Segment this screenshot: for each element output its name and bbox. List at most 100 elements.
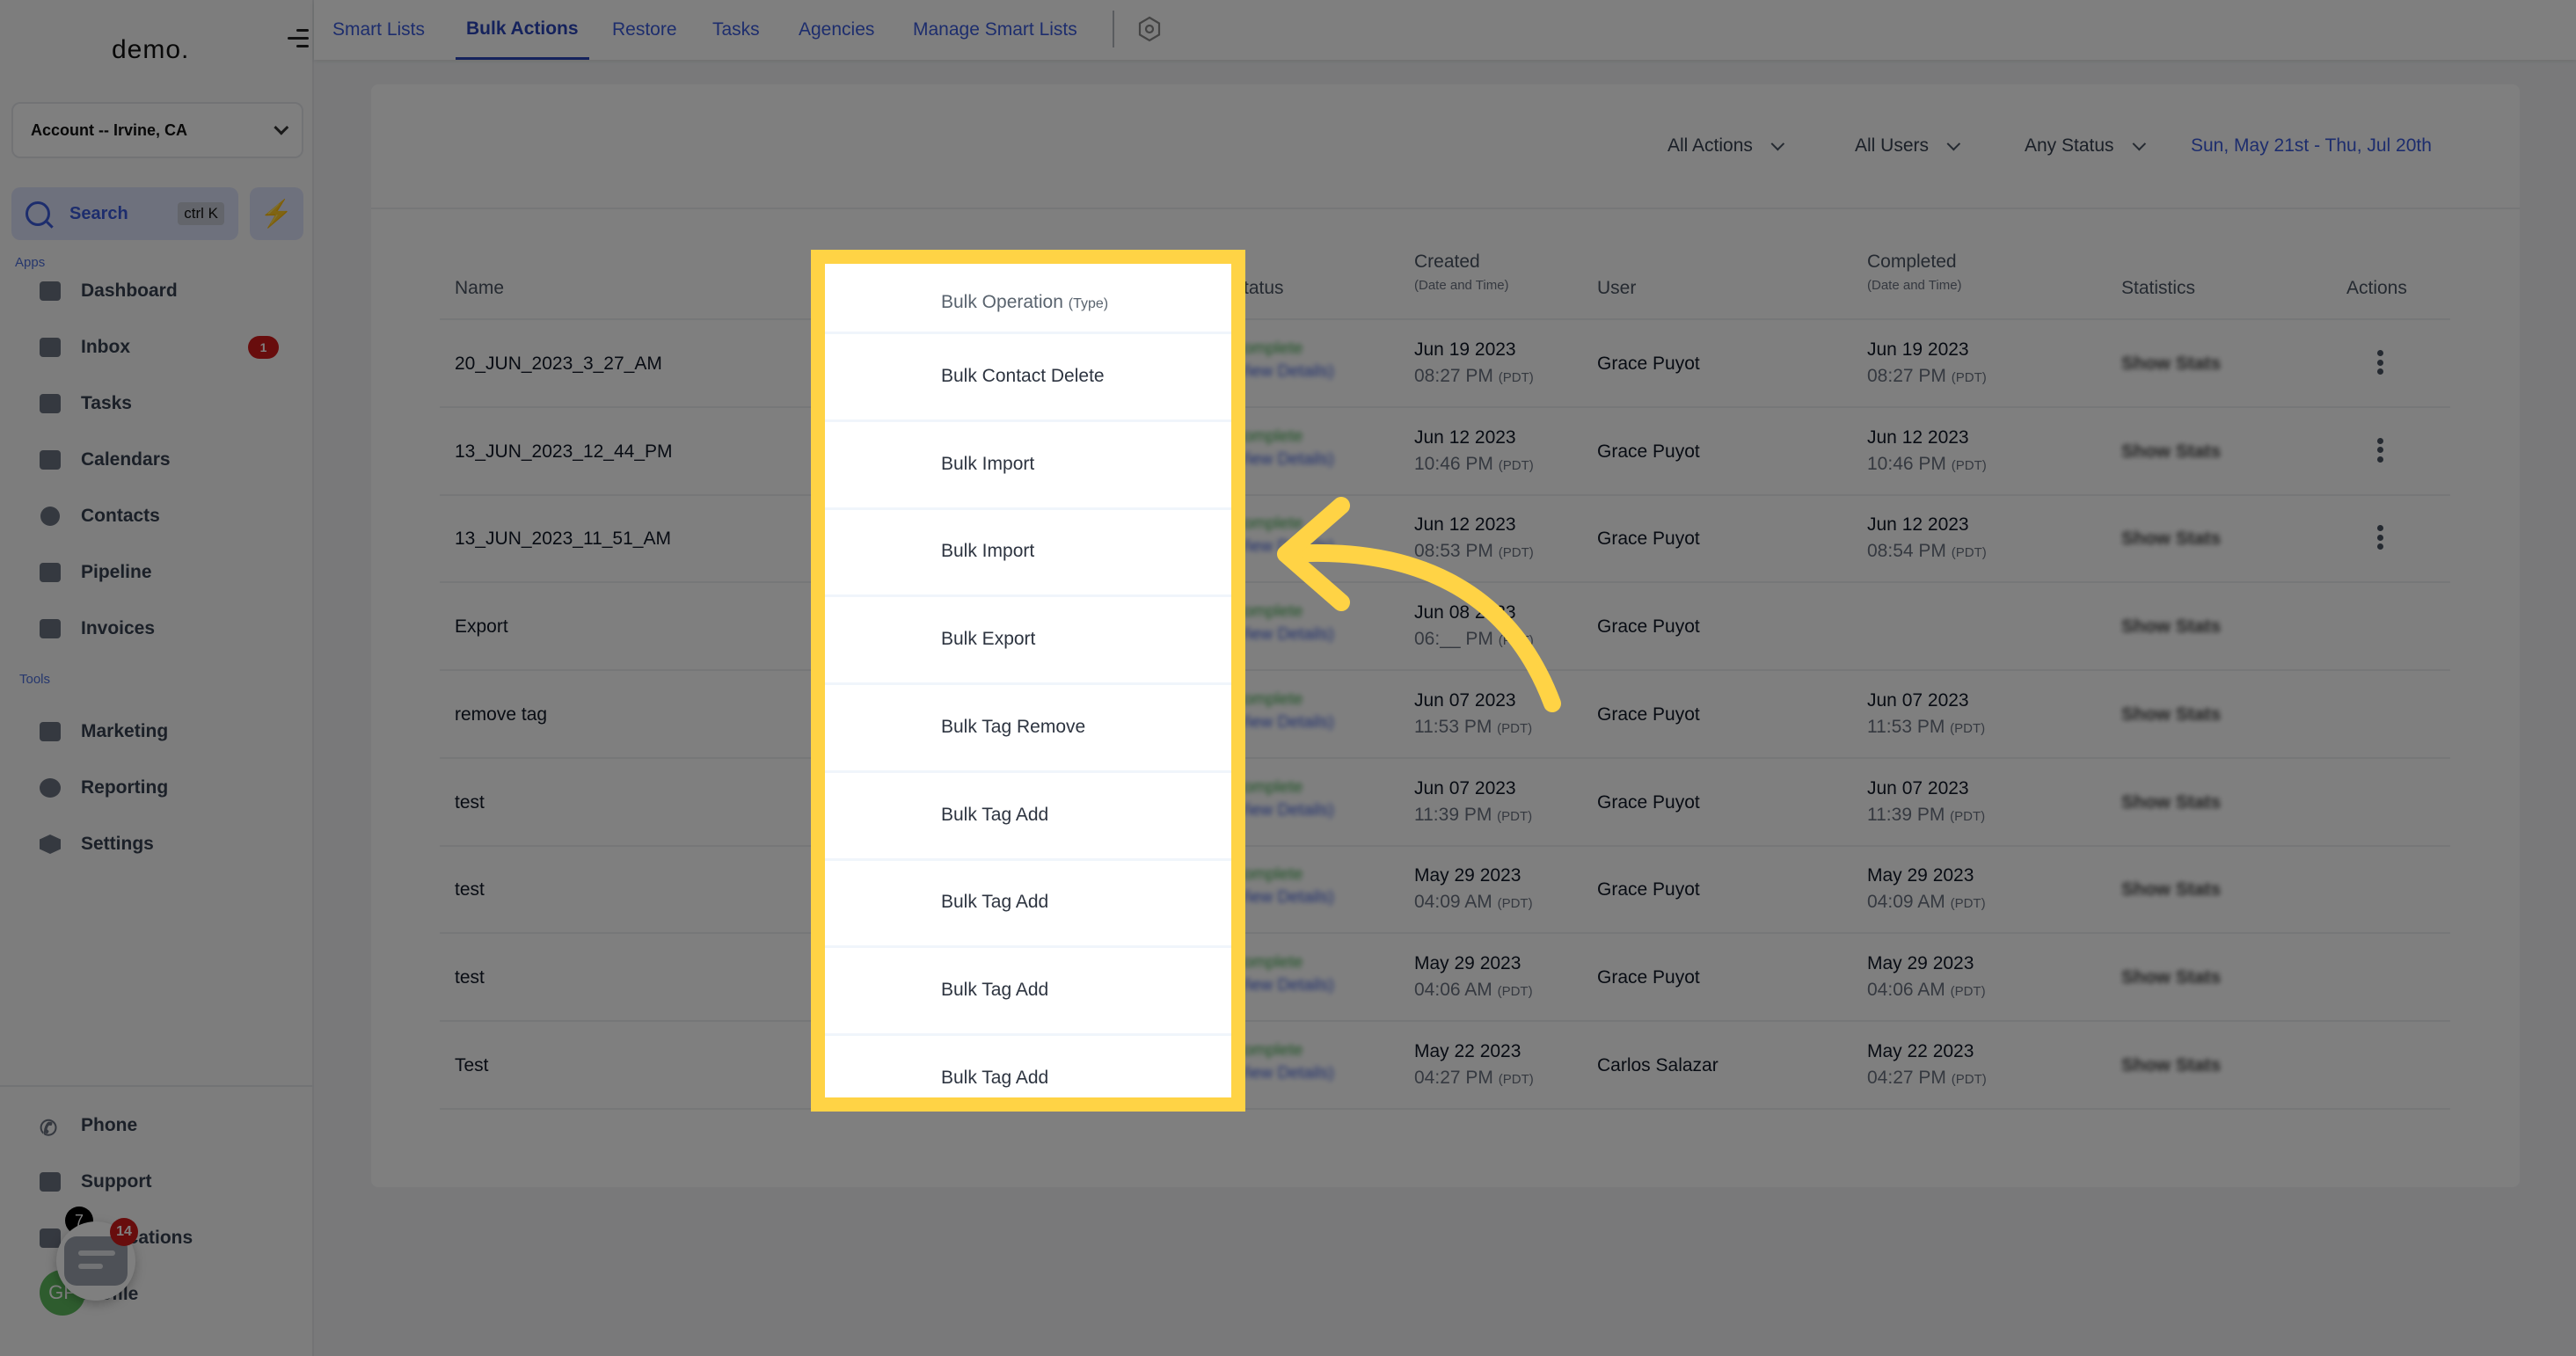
- show-stats-link[interactable]: Show Stats: [2121, 879, 2221, 900]
- tab-restore[interactable]: Restore: [612, 0, 677, 60]
- table-row[interactable]: Export Complete (View Details) Jun 08 2023 0…: [440, 583, 2450, 672]
- tab-bulk-actions[interactable]: Bulk Actions: [456, 0, 589, 60]
- row-status: Complete (View Details): [1231, 602, 1334, 645]
- completed-time: 10:46 PM (PDT): [1867, 454, 1987, 475]
- show-stats-link[interactable]: Show Stats: [2121, 529, 2221, 550]
- sidebar-item-tasks[interactable]: Tasks: [37, 386, 292, 421]
- view-details-link[interactable]: (View Details): [1231, 713, 1334, 733]
- table-row[interactable]: 13_JUN_2023_12_44_PM Complete (View Detail…: [440, 408, 2450, 496]
- row-user: Grace Puyot: [1597, 879, 1700, 900]
- header-operation-sub: (Type): [1068, 296, 1109, 311]
- row-completed: May 29 2023 04:06 AM (PDT): [1867, 953, 1986, 1001]
- row-completed: Jun 12 2023 08:54 PM (PDT): [1867, 514, 1987, 562]
- row-name: 13_JUN_2023_12_44_PM: [455, 441, 673, 462]
- show-stats-link[interactable]: Show Stats: [2121, 616, 2221, 638]
- row-name: test: [455, 791, 485, 813]
- more-options-icon[interactable]: [2371, 346, 2389, 378]
- collapse-sidebar-icon[interactable]: [284, 26, 309, 51]
- show-stats-link[interactable]: Show Stats: [2121, 441, 2221, 463]
- view-details-link[interactable]: (View Details): [1231, 362, 1334, 382]
- status-badge: Complete: [1231, 426, 1303, 446]
- created-date: Jun 07 2023: [1414, 689, 1516, 711]
- timezone: (PDT): [1498, 633, 1534, 649]
- table-row[interactable]: 13_JUN_2023_11_51_AM Complete (View Detail…: [440, 495, 2450, 584]
- operation-cell: Bulk Tag Add: [825, 773, 1231, 861]
- sidebar-item-phone[interactable]: ✆ Phone: [37, 1108, 292, 1143]
- timezone: (PDT): [1498, 545, 1534, 561]
- top-navigation: Smart Lists Bulk Actions Restore Tasks Agenc…: [314, 0, 2576, 60]
- table-row[interactable]: 20_JUN_2023_3_27_AM Complete (View Details…: [440, 320, 2450, 408]
- timezone: (PDT): [1951, 370, 1987, 385]
- inbox-icon: [37, 335, 63, 360]
- view-details-link[interactable]: (View Details): [1231, 1064, 1334, 1083]
- completed-time-value: 08:27 PM: [1867, 366, 1946, 386]
- status-badge: Complete: [1231, 602, 1303, 622]
- sidebar-item-support[interactable]: Support: [37, 1164, 292, 1199]
- row-created: Jun 07 2023 11:39 PM (PDT): [1414, 778, 1532, 826]
- show-stats-link[interactable]: Show Stats: [2121, 704, 2221, 725]
- invoices-icon: [37, 616, 63, 641]
- show-stats-link[interactable]: Show Stats: [2121, 967, 2221, 988]
- sidebar-item-calendars[interactable]: Calendars: [37, 442, 292, 478]
- view-details-link[interactable]: (View Details): [1231, 537, 1334, 557]
- filter-actions[interactable]: All Actions: [1667, 135, 1784, 157]
- operation-cell: Bulk Tag Add: [825, 1036, 1231, 1097]
- account-switcher[interactable]: Account -- Irvine, CA: [11, 102, 303, 158]
- header-operation-text: Bulk Operation: [941, 292, 1063, 312]
- sidebar-item-settings[interactable]: Settings: [37, 827, 292, 862]
- completed-time: 04:27 PM (PDT): [1867, 1068, 1987, 1089]
- operation-cell: Bulk Tag Remove: [825, 685, 1231, 773]
- more-options-icon[interactable]: [2371, 434, 2389, 466]
- sidebar-item-label: Tasks: [81, 393, 132, 413]
- view-details-link[interactable]: (View Details): [1231, 625, 1334, 645]
- table-row[interactable]: test Complete (View Details) May 29 2023 04:…: [440, 934, 2450, 1022]
- table-row[interactable]: test Complete (View Details) Jun 07 2023 11:…: [440, 759, 2450, 847]
- row-status: Complete (View Details): [1231, 427, 1334, 470]
- show-stats-link[interactable]: Show Stats: [2121, 792, 2221, 813]
- created-date: Jun 12 2023: [1414, 426, 1516, 448]
- row-created: Jun 19 2023 08:27 PM (PDT): [1414, 339, 1534, 387]
- filter-users[interactable]: All Users: [1855, 135, 1961, 157]
- table-row[interactable]: remove tag Complete (View Details) Jun 07 2…: [440, 671, 2450, 759]
- row-name: test: [455, 879, 485, 900]
- view-details-link[interactable]: (View Details): [1231, 450, 1334, 470]
- row-created: May 29 2023 04:09 AM (PDT): [1414, 865, 1533, 913]
- tab-agencies[interactable]: Agencies: [799, 0, 874, 60]
- sidebar-item-pipeline[interactable]: Pipeline: [37, 555, 292, 590]
- sidebar-item-label: Phone: [81, 1115, 138, 1135]
- lightning-icon: ⚡: [259, 199, 294, 229]
- row-status: Complete (View Details): [1231, 1041, 1334, 1083]
- row-user: Grace Puyot: [1597, 354, 1700, 374]
- tab-tasks[interactable]: Tasks: [712, 0, 760, 60]
- tab-smart-lists[interactable]: Smart Lists: [332, 0, 425, 60]
- view-details-link[interactable]: (View Details): [1231, 888, 1334, 908]
- table-row[interactable]: test Complete (View Details) May 29 2023 04:…: [440, 846, 2450, 935]
- row-name: Test: [455, 1054, 489, 1075]
- phone-icon: ✆: [40, 1117, 58, 1141]
- sidebar-item-invoices[interactable]: Invoices: [37, 611, 292, 646]
- show-stats-link[interactable]: Show Stats: [2121, 354, 2221, 375]
- settings-hex-icon[interactable]: [1136, 16, 1163, 42]
- operation-type: Bulk Contact Delete: [941, 366, 1105, 386]
- sidebar-item-label: Calendars: [81, 449, 171, 470]
- more-options-icon[interactable]: [2371, 521, 2389, 553]
- view-details-link[interactable]: (View Details): [1231, 801, 1334, 820]
- table-row[interactable]: Test Complete (View Details) May 22 2023 04:…: [440, 1022, 2450, 1110]
- sidebar-item-marketing[interactable]: Marketing: [37, 714, 292, 749]
- row-status: Complete (View Details): [1231, 865, 1334, 908]
- tab-manage-smart-lists[interactable]: Manage Smart Lists: [913, 0, 1077, 60]
- filter-status[interactable]: Any Status: [2025, 135, 2146, 157]
- sidebar-item-contacts[interactable]: Contacts: [37, 499, 292, 534]
- sidebar-item-label: Support: [81, 1171, 152, 1192]
- show-stats-link[interactable]: Show Stats: [2121, 1055, 2221, 1076]
- quick-actions-button[interactable]: ⚡: [250, 187, 303, 240]
- view-details-link[interactable]: (View Details): [1231, 976, 1334, 995]
- search-button[interactable]: Search ctrl K: [11, 187, 238, 240]
- row-name: 20_JUN_2023_3_27_AM: [455, 354, 662, 374]
- date-range-picker[interactable]: Sun, May 21st - Thu, Jul 20th: [2191, 135, 2432, 157]
- completed-date: Jun 19 2023: [1867, 339, 1969, 360]
- sidebar-item-dashboard[interactable]: Dashboard: [37, 273, 292, 309]
- settings-icon: [37, 832, 63, 857]
- timezone: (PDT): [1951, 457, 1987, 473]
- sidebar-item-reporting[interactable]: Reporting: [37, 770, 292, 806]
